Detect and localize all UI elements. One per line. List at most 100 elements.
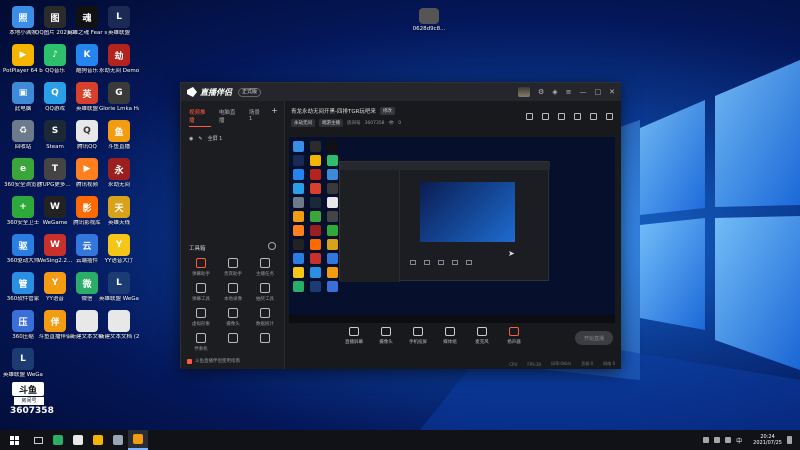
desktop-icon[interactable]: L 英雄联盟 WeGame版: [3, 348, 43, 386]
app-icon: W: [44, 234, 66, 256]
tab-pc-live[interactable]: 电脑直播: [219, 108, 241, 127]
desktop-icon[interactable]: G Glorie Lmka Han Xiong...: [99, 82, 139, 120]
input-language[interactable]: 中: [736, 436, 742, 445]
preview-icon: [310, 141, 321, 152]
visibility-icon[interactable]: ◉: [189, 136, 193, 142]
desktop-icon[interactable]: 劫永劫无间 Demo: [99, 44, 139, 82]
preview-icon: [327, 183, 338, 194]
watermark-room-label: 房间号: [14, 397, 44, 405]
source-row[interactable]: ◉ ✎ 全屏 1: [181, 127, 284, 143]
start-live-button[interactable]: 开始直播: [575, 331, 613, 345]
preview-icon: [293, 211, 304, 222]
notification-icon[interactable]: [787, 436, 792, 444]
desktop-icon[interactable]: 鱼斗鱼直播: [100, 120, 138, 158]
toolbar-button[interactable]: 摄像头: [375, 327, 397, 345]
tab-video-push[interactable]: 视频推播: [189, 108, 211, 127]
tray-chevron-icon[interactable]: [703, 437, 710, 443]
desktop-icon[interactable]: L 英雄联盟: [100, 6, 138, 44]
preview-icon: [327, 169, 338, 180]
tool-item[interactable]: [249, 333, 281, 352]
settings-icon[interactable]: ⚙: [538, 88, 544, 96]
tool-item[interactable]: 贵宾助手: [217, 258, 249, 277]
tool-item[interactable]: 虚拟形象: [185, 308, 217, 327]
app-icon: ▶: [76, 158, 98, 180]
app-icon: ▶: [12, 44, 34, 66]
version-badge[interactable]: 正式版: [238, 87, 262, 97]
main-panel: 青龙永劫无间开黑-四排TGR玩吧来 修改 永劫无间 端游主播 房间号 36073…: [285, 101, 621, 369]
desktop-icon[interactable]: 永永劫无间: [100, 158, 138, 196]
desktop-icon[interactable]: Y YY语音大厅: [100, 234, 138, 272]
taskbar-app-steam[interactable]: [108, 430, 128, 450]
main-toolbar: [526, 113, 613, 120]
volume-icon[interactable]: [725, 437, 732, 443]
edit-title-button[interactable]: 修改: [379, 107, 395, 115]
task-view-button[interactable]: [28, 430, 48, 450]
category-chip[interactable]: 永劫无间: [291, 119, 315, 127]
taskbar-app-wegame[interactable]: [88, 430, 108, 450]
tool-icon: [260, 333, 270, 343]
network-icon[interactable]: [714, 437, 721, 443]
app-icon: Q: [76, 120, 98, 142]
tool-item[interactable]: [217, 333, 249, 352]
avatar[interactable]: [517, 87, 530, 97]
tool-item[interactable]: 摄像头: [217, 308, 249, 327]
taskbar-app-douyu-companion[interactable]: [128, 430, 148, 450]
tool-item[interactable]: 数据统计: [249, 308, 281, 327]
toolbox-toggle[interactable]: [268, 242, 276, 250]
tool-icon: [196, 333, 206, 343]
tab-scene-1[interactable]: 场景1: [249, 108, 263, 127]
tool-item[interactable]: 主播任务: [249, 258, 281, 277]
add-scene-button[interactable]: +: [271, 106, 278, 127]
guide-label: 斗鱼直播伴侣使用指南: [195, 359, 240, 364]
gift-icon[interactable]: [526, 113, 533, 120]
window-icon[interactable]: [542, 113, 549, 120]
tool-item[interactable]: 伴奏机: [185, 333, 217, 352]
desktop-icon[interactable]: L 英雄联盟 WeGame版: [99, 272, 139, 310]
browser-icon: [73, 435, 83, 445]
tool-item[interactable]: 弹幕助手: [185, 258, 217, 277]
window-controls: ⚙ ◈ ≡ — □ ✕: [517, 83, 615, 101]
toolbar-button[interactable]: 麦克风: [471, 327, 493, 345]
taskbar-app-browser[interactable]: [68, 430, 88, 450]
guide-link[interactable]: 斗鱼直播伴侣使用指南: [187, 358, 240, 364]
tool-item[interactable]: 抽奖工具: [249, 283, 281, 302]
close-icon[interactable]: ✕: [609, 88, 615, 96]
menu-icon[interactable]: ≡: [566, 88, 572, 96]
preview-icon: [310, 211, 321, 222]
desktop-icon-label: 永劫无间: [107, 182, 130, 188]
wegame-icon: [93, 435, 103, 445]
secondary-chip[interactable]: 端游主播: [319, 119, 343, 127]
viewer-count: 0: [398, 120, 402, 126]
share-icon[interactable]: [606, 113, 613, 120]
preview-icon: [310, 197, 321, 208]
tool-label: 虚拟形象: [192, 322, 210, 327]
desktop-icon[interactable]: 天英雄天线: [100, 196, 138, 234]
desktop-file-image[interactable]: 0628d9c8...: [410, 8, 448, 46]
start-button[interactable]: [0, 430, 28, 450]
lock-icon[interactable]: [574, 113, 581, 120]
taskbar-app-wechat[interactable]: [48, 430, 68, 450]
toolbar-button[interactable]: 扬声器: [503, 327, 525, 345]
toolbar-button[interactable]: 手机投屏: [407, 327, 429, 345]
stream-preview[interactable]: ➤: [289, 137, 615, 323]
desktop-icon[interactable]: 新建文本文档 (2): [99, 310, 139, 348]
minimize-icon[interactable]: —: [580, 88, 587, 96]
grid-icon[interactable]: [558, 113, 565, 120]
room-number: 3607358: [364, 120, 385, 126]
toolbar-button[interactable]: 直播屏幕: [343, 327, 365, 345]
maximize-icon[interactable]: □: [595, 88, 602, 96]
app-icon: ♪: [44, 44, 66, 66]
tool-item[interactable]: 本地录像: [217, 283, 249, 302]
preview-icon: [293, 155, 304, 166]
toolbar-button[interactable]: 媒体组: [439, 327, 461, 345]
room-number-label: 房间号: [347, 121, 361, 126]
skin-icon[interactable]: ◈: [552, 88, 557, 96]
preview-icon: [310, 267, 321, 278]
clock[interactable]: 20:24 2021/07/25: [753, 434, 782, 446]
bell-icon[interactable]: [590, 113, 597, 120]
tool-item[interactable]: 弹幕工具: [185, 283, 217, 302]
preview-icon: [310, 239, 321, 250]
edit-icon[interactable]: ✎: [198, 136, 202, 142]
taskbar-apps: [48, 430, 148, 450]
preview-icon: [293, 169, 304, 180]
